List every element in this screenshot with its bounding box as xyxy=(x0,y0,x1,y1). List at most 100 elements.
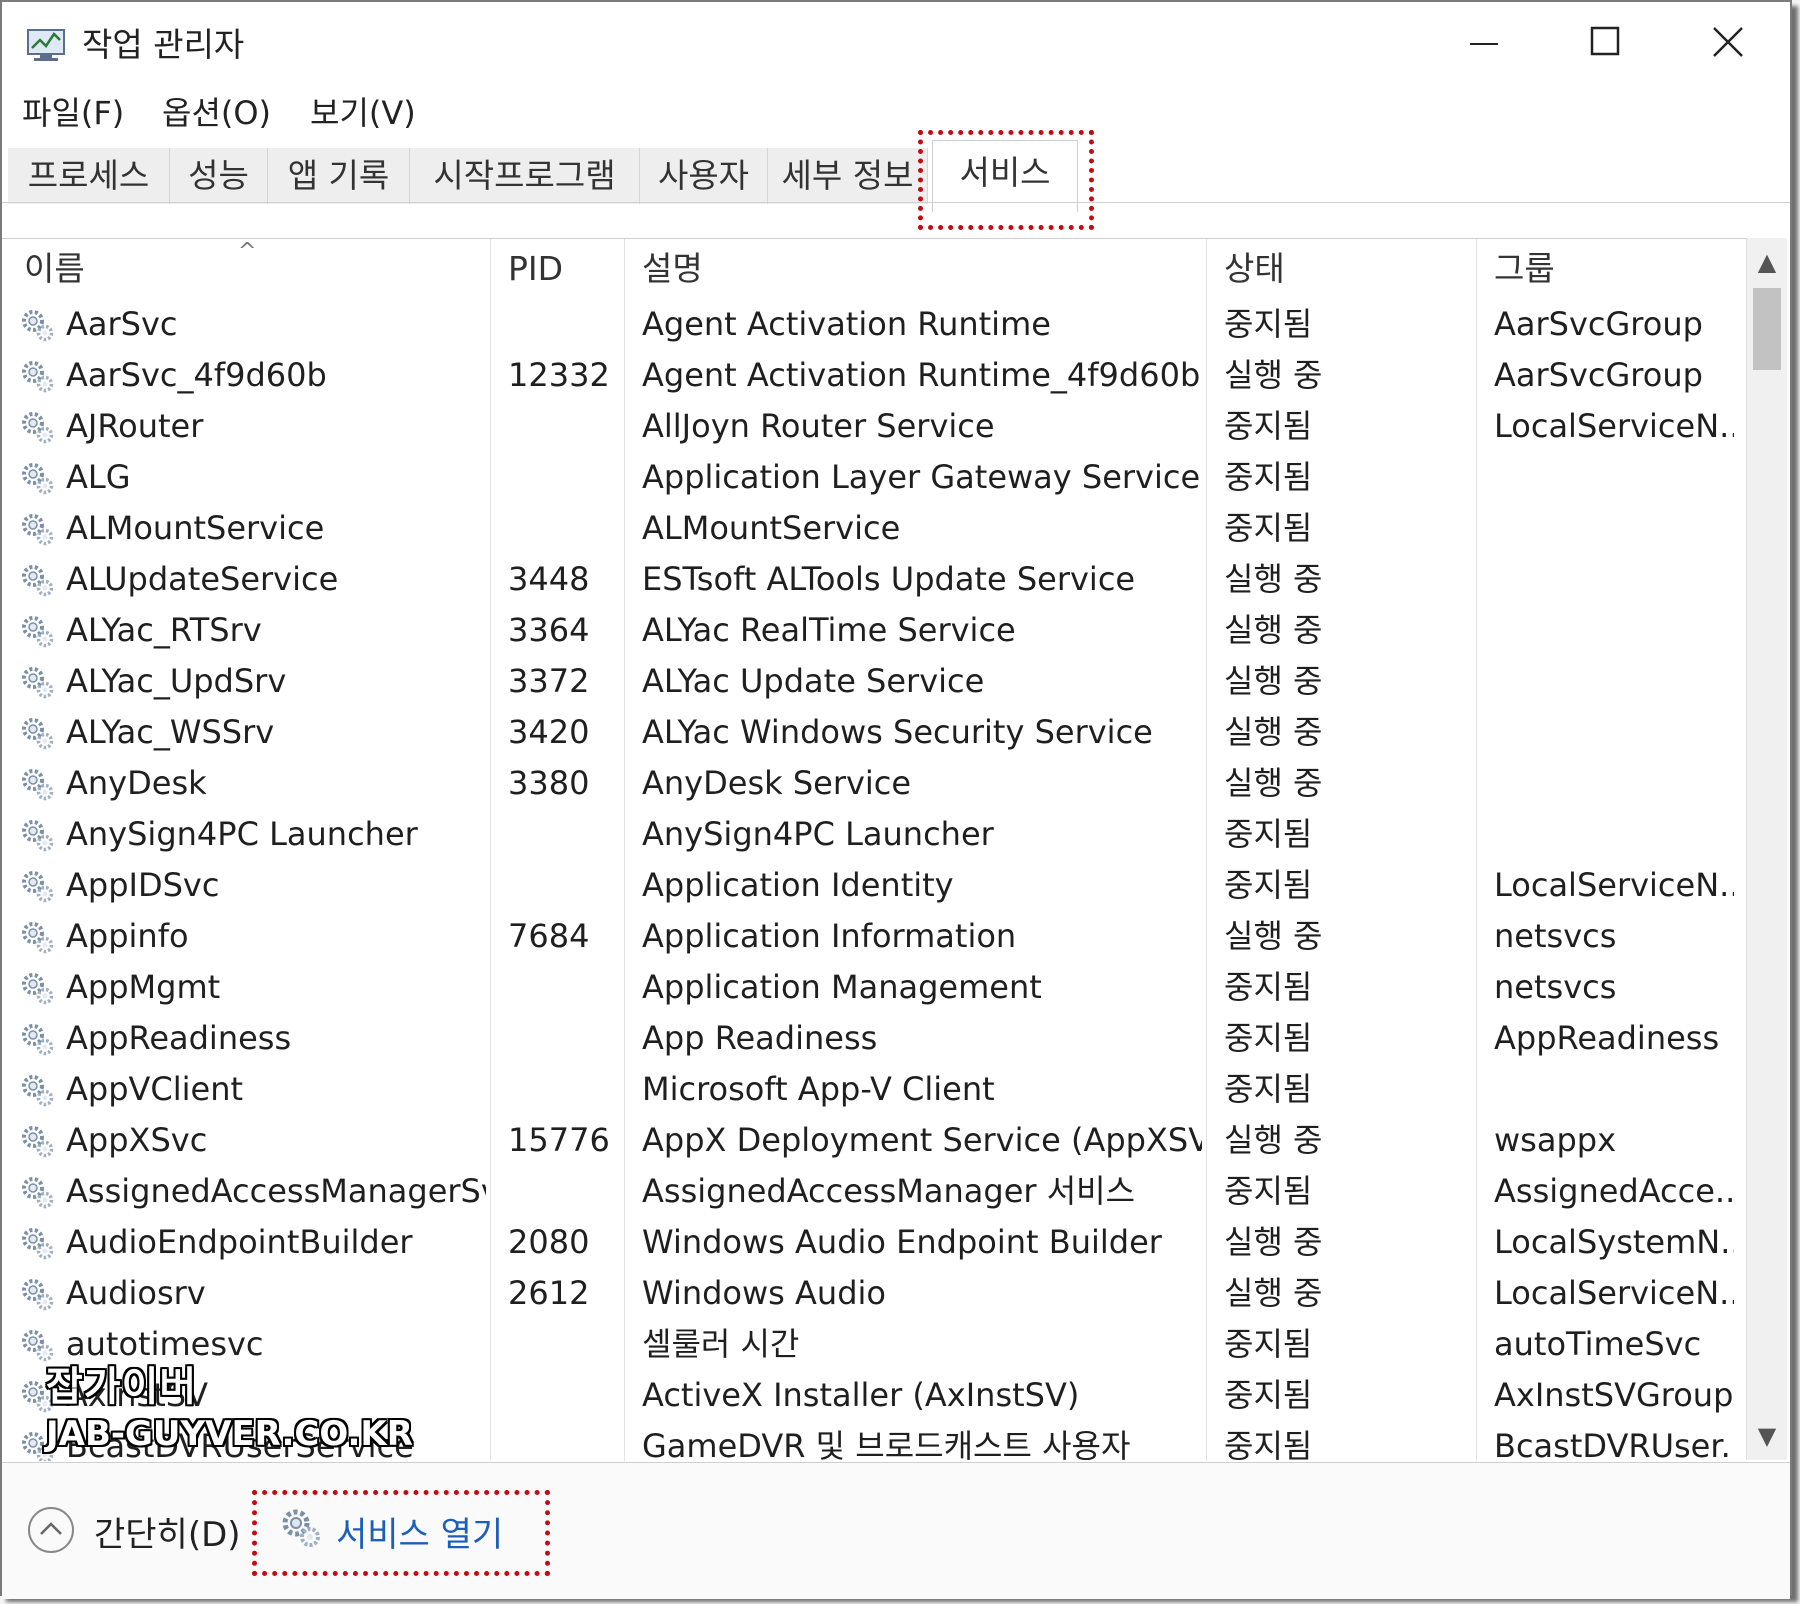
table-row[interactable]: ALYac_RTSrv 3364 ALYac RealTime Service 실행 … xyxy=(2,605,1746,656)
table-row[interactable]: AarSvc Agent Activation Runtime 중지됨 AarSvcG… xyxy=(2,299,1746,350)
table-body: AarSvc Agent Activation Runtime 중지됨 AarSvcG… xyxy=(2,299,1746,1461)
service-pid xyxy=(508,809,618,860)
service-gear-icon xyxy=(18,561,56,599)
tab-app-history[interactable]: 앱 기록 xyxy=(268,148,410,204)
service-name: Audiosrv xyxy=(66,1274,206,1312)
service-name: Appinfo xyxy=(66,917,189,955)
service-name: AppMgmt xyxy=(66,968,221,1006)
service-gear-icon xyxy=(18,1173,56,1211)
table-row[interactable]: ALG Application Layer Gateway Service 중지됨 xyxy=(2,452,1746,503)
service-status: 실행 중 xyxy=(1224,917,1323,955)
service-group: wsappx xyxy=(1494,1121,1617,1159)
service-status: 실행 중 xyxy=(1224,1223,1323,1261)
watermark-title: 잡가이버 xyxy=(46,1364,198,1410)
table-row[interactable]: AudioEndpointBuilder 2080 Windows Audio En… xyxy=(2,1217,1746,1268)
vertical-scrollbar[interactable]: ▲ ▼ xyxy=(1746,238,1787,1460)
table-row[interactable]: ALYac_UpdSrv 3372 ALYac Update Service 실행 중 xyxy=(2,656,1746,707)
tab-users[interactable]: 사용자 xyxy=(640,148,768,204)
service-group xyxy=(1494,605,1734,656)
sort-ascending-icon: ^ xyxy=(238,239,257,264)
service-group: AarSvcGroup xyxy=(1494,305,1703,343)
table-row[interactable]: AppMgmt Application Management 중지됨 netsvcs xyxy=(2,962,1746,1013)
service-gear-icon xyxy=(18,918,56,956)
col-header-description[interactable]: 설명 xyxy=(624,239,1206,299)
service-status: 중지됨 xyxy=(1224,815,1313,853)
scroll-up-arrow-icon[interactable]: ▲ xyxy=(1747,248,1787,278)
service-group: LocalServiceN... xyxy=(1494,866,1734,904)
fewer-details-button[interactable]: 간단히(D) xyxy=(94,1507,241,1556)
table-row[interactable]: ALUpdateService 3448 ESTsoft ALTools Updat… xyxy=(2,554,1746,605)
tab-details[interactable]: 세부 정보 xyxy=(768,148,928,204)
table-row[interactable]: AppIDSvc Application Identity 중지됨 LocalServ… xyxy=(2,860,1746,911)
service-group xyxy=(1494,503,1734,554)
table-row[interactable]: ALYac_WSSrv 3420 ALYac Windows Security Se… xyxy=(2,707,1746,758)
scroll-thumb[interactable] xyxy=(1753,288,1781,370)
service-pid xyxy=(508,1013,618,1064)
col-header-pid[interactable]: PID xyxy=(490,239,624,299)
service-gear-icon xyxy=(18,306,56,344)
col-header-group[interactable]: 그룹 xyxy=(1476,239,1746,299)
col-header-status[interactable]: 상태 xyxy=(1206,239,1476,299)
menu-options[interactable]: 옵션(O) xyxy=(162,88,271,134)
service-status: 중지됨 xyxy=(1224,1070,1313,1108)
service-description: App Readiness xyxy=(642,1019,878,1057)
service-pid: 3448 xyxy=(508,560,590,598)
service-group: LocalServiceN... xyxy=(1494,1274,1734,1312)
tab-startup[interactable]: 시작프로그램 xyxy=(410,148,640,204)
table-row[interactable]: AppXSvc 15776 AppX Deployment Service (App… xyxy=(2,1115,1746,1166)
service-status: 실행 중 xyxy=(1224,1274,1323,1312)
service-name: AarSvc_4f9d60b xyxy=(66,356,327,394)
scroll-down-arrow-icon[interactable]: ▼ xyxy=(1747,1422,1787,1452)
service-gear-icon xyxy=(18,1071,56,1109)
maximize-icon xyxy=(1590,26,1620,56)
close-button[interactable] xyxy=(1678,14,1778,70)
service-group: netsvcs xyxy=(1494,968,1617,1006)
service-description: ALYac Windows Security Service xyxy=(642,713,1153,751)
service-description: Agent Activation Runtime_4f9d60b xyxy=(642,356,1201,394)
service-group xyxy=(1494,1064,1734,1115)
service-gear-icon xyxy=(18,1275,56,1313)
services-tab-highlight xyxy=(918,130,1094,230)
service-pid xyxy=(508,452,618,503)
table-row[interactable]: AarSvc_4f9d60b 12332 Agent Activation Runt… xyxy=(2,350,1746,401)
service-description: ActiveX Installer (AxInstSV) xyxy=(642,1376,1080,1414)
service-description: ESTsoft ALTools Update Service xyxy=(642,560,1136,598)
menu-file[interactable]: 파일(F) xyxy=(22,88,124,134)
table-row[interactable]: ALMountService ALMountService 중지됨 xyxy=(2,503,1746,554)
open-services-highlight xyxy=(252,1490,550,1576)
tab-bar: 프로세스 성능 앱 기록 시작프로그램 사용자 세부 정보 서비스 xyxy=(8,140,1788,212)
service-pid: 2080 xyxy=(508,1223,590,1261)
table-row[interactable]: Audiosrv 2612 Windows Audio 실행 중 LocalServic… xyxy=(2,1268,1746,1319)
table-row[interactable]: AppReadiness App Readiness 중지됨 AppReadiness xyxy=(2,1013,1746,1064)
service-group xyxy=(1494,554,1734,605)
service-group: LocalSystemN... xyxy=(1494,1223,1734,1261)
service-group xyxy=(1494,707,1734,758)
table-row[interactable]: AnyDesk 3380 AnyDesk Service 실행 중 xyxy=(2,758,1746,809)
table-row[interactable]: AssignedAccessManagerSvc AssignedAccessMa… xyxy=(2,1166,1746,1217)
minimize-button[interactable] xyxy=(1434,14,1534,70)
service-description: AnySign4PC Launcher xyxy=(642,815,994,853)
service-gear-icon xyxy=(18,714,56,752)
service-group: AppReadiness xyxy=(1494,1019,1720,1057)
service-description: Windows Audio xyxy=(642,1274,886,1312)
service-name: ALG xyxy=(66,458,131,496)
menu-view[interactable]: 보기(V) xyxy=(310,88,416,134)
service-gear-icon xyxy=(18,357,56,395)
chevron-up-circle-icon[interactable] xyxy=(26,1505,76,1555)
service-pid xyxy=(508,1370,618,1421)
service-pid: 3364 xyxy=(508,611,590,649)
service-name: AudioEndpointBuilder xyxy=(66,1223,413,1261)
tab-processes[interactable]: 프로세스 xyxy=(8,148,170,204)
table-row[interactable]: AJRouter AllJoyn Router Service 중지됨 LocalSe… xyxy=(2,401,1746,452)
tab-performance[interactable]: 성능 xyxy=(170,148,268,204)
task-manager-window: 작업 관리자 파일(F) 옵션(O) 보기(V) 프로세스 성능 앱 기록 시작… xyxy=(0,0,1792,1599)
service-name: ALMountService xyxy=(66,509,325,547)
service-pid: 15776 xyxy=(508,1121,610,1159)
service-pid: 2612 xyxy=(508,1274,590,1312)
service-description: 셀룰러 시간 xyxy=(642,1325,800,1363)
maximize-button[interactable] xyxy=(1556,14,1656,70)
table-row[interactable]: AppVClient Microsoft App-V Client 중지됨 xyxy=(2,1064,1746,1115)
table-row[interactable]: Appinfo 7684 Application Information 실행 중 ne… xyxy=(2,911,1746,962)
watermark-url: JAB-GUYVER.CO.KR xyxy=(46,1414,413,1454)
table-row[interactable]: AnySign4PC Launcher AnySign4PC Launcher 중지… xyxy=(2,809,1746,860)
